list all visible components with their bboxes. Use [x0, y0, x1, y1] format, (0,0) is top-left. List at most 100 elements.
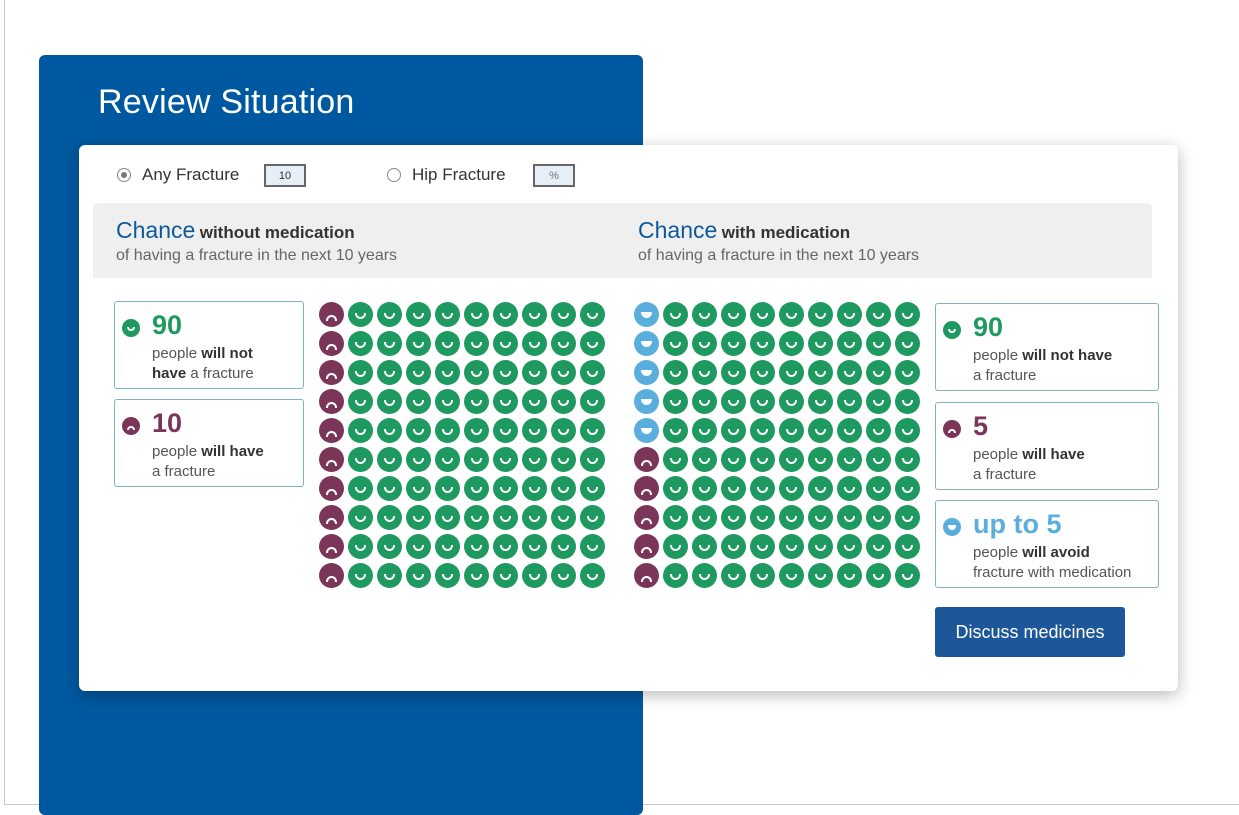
happy-face-icon [895, 505, 920, 530]
happy-face-icon [663, 360, 688, 385]
sad-face-icon [634, 563, 659, 588]
happy-face-icon [866, 476, 891, 501]
without-no-fracture-count: 90 [152, 310, 183, 340]
happy-face-icon [522, 476, 547, 501]
happy-face-icon [522, 389, 547, 414]
happy-face-icon [435, 563, 460, 588]
happy-face-icon [551, 476, 576, 501]
happy-face-icon [663, 418, 688, 443]
happy-face-icon [435, 418, 460, 443]
happy-face-icon [377, 302, 402, 327]
happy-face-icon [692, 505, 717, 530]
hip-fracture-percent-input[interactable] [533, 164, 575, 187]
happy-face-icon [779, 447, 804, 472]
happy-face-icon [808, 389, 833, 414]
happy-face-icon [406, 563, 431, 588]
chance-with-subtitle: of having a fracture in the next 10 year… [638, 247, 920, 264]
happy-face-icon [551, 534, 576, 559]
happy-face-icon [464, 476, 489, 501]
relieved-face-icon [634, 302, 659, 327]
happy-face-icon [464, 534, 489, 559]
stat-text-bold: will avoid [1022, 544, 1090, 561]
happy-face-icon [663, 302, 688, 327]
sad-face-icon [319, 302, 344, 327]
happy-face-icon [435, 389, 460, 414]
happy-face-icon [493, 447, 518, 472]
sad-face-icon [634, 505, 659, 530]
happy-face-icon [377, 505, 402, 530]
happy-face-icon [580, 476, 605, 501]
stat-text-pre: people [973, 544, 1023, 561]
happy-face-icon [406, 418, 431, 443]
happy-face-icon [551, 447, 576, 472]
happy-face-icon [377, 447, 402, 472]
chance-with-title: Chance [638, 217, 718, 243]
any-fracture-option[interactable]: Any Fracture [117, 165, 239, 185]
happy-face-icon [779, 476, 804, 501]
happy-face-icon [750, 418, 775, 443]
hip-fracture-radio[interactable] [387, 168, 401, 182]
happy-face-icon [750, 360, 775, 385]
happy-face-icon [779, 505, 804, 530]
happy-face-icon [866, 389, 891, 414]
happy-face-icon [522, 331, 547, 356]
any-fracture-percent-input[interactable] [264, 164, 306, 187]
sad-face-icon [319, 505, 344, 530]
happy-face-icon [522, 505, 547, 530]
happy-face-icon [464, 563, 489, 588]
happy-face-icon [721, 331, 746, 356]
without-no-fracture-text: people will not have a fracture [152, 344, 254, 384]
happy-face-icon [435, 505, 460, 530]
happy-face-icon [895, 331, 920, 356]
happy-face-icon [692, 447, 717, 472]
any-fracture-radio[interactable] [117, 168, 131, 182]
without-fracture-box: 10 people will have a fracture [114, 399, 304, 487]
happy-face-icon [377, 534, 402, 559]
with-no-fracture-box: 90 people will not have a fracture [935, 303, 1159, 391]
happy-face-icon [866, 302, 891, 327]
happy-face-icon [866, 360, 891, 385]
happy-face-icon [808, 418, 833, 443]
chance-without-title: Chance [116, 217, 196, 243]
happy-face-icon [551, 360, 576, 385]
relieved-face-icon [634, 360, 659, 385]
happy-face-icon [435, 360, 460, 385]
happy-face-icon [692, 389, 717, 414]
happy-face-icon [406, 476, 431, 501]
happy-face-icon [721, 302, 746, 327]
discuss-medicines-button[interactable]: Discuss medicines [935, 607, 1125, 657]
happy-face-icon [750, 505, 775, 530]
happy-face-icon [663, 331, 688, 356]
without-fracture-text: people will have a fracture [152, 442, 264, 482]
happy-face-icon [721, 534, 746, 559]
happy-face-icon [692, 360, 717, 385]
happy-face-icon [435, 331, 460, 356]
happy-face-icon [895, 302, 920, 327]
hip-fracture-option[interactable]: Hip Fracture [387, 165, 506, 185]
happy-face-icon [808, 360, 833, 385]
hip-fracture-label: Hip Fracture [412, 165, 506, 184]
happy-face-icon [779, 534, 804, 559]
happy-face-icon [866, 534, 891, 559]
happy-face-icon [435, 534, 460, 559]
happy-face-icon [663, 505, 688, 530]
happy-face-icon [837, 563, 862, 588]
happy-face-icon [348, 505, 373, 530]
happy-face-icon [837, 418, 862, 443]
happy-face-icon [721, 505, 746, 530]
happy-face-icon [837, 505, 862, 530]
happy-face-icon [895, 389, 920, 414]
happy-face-icon [348, 360, 373, 385]
happy-face-icon [895, 447, 920, 472]
with-fracture-text: people will have a fracture [973, 445, 1085, 485]
happy-face-icon [377, 418, 402, 443]
happy-face-icon [522, 563, 547, 588]
happy-face-icon [779, 302, 804, 327]
happy-face-icon [551, 505, 576, 530]
happy-face-icon [348, 447, 373, 472]
happy-face-icon [808, 534, 833, 559]
stat-text-pre: people [973, 446, 1023, 463]
happy-face-icon [493, 476, 518, 501]
happy-face-icon [692, 476, 717, 501]
stat-text-bold: will not have [1022, 347, 1113, 364]
